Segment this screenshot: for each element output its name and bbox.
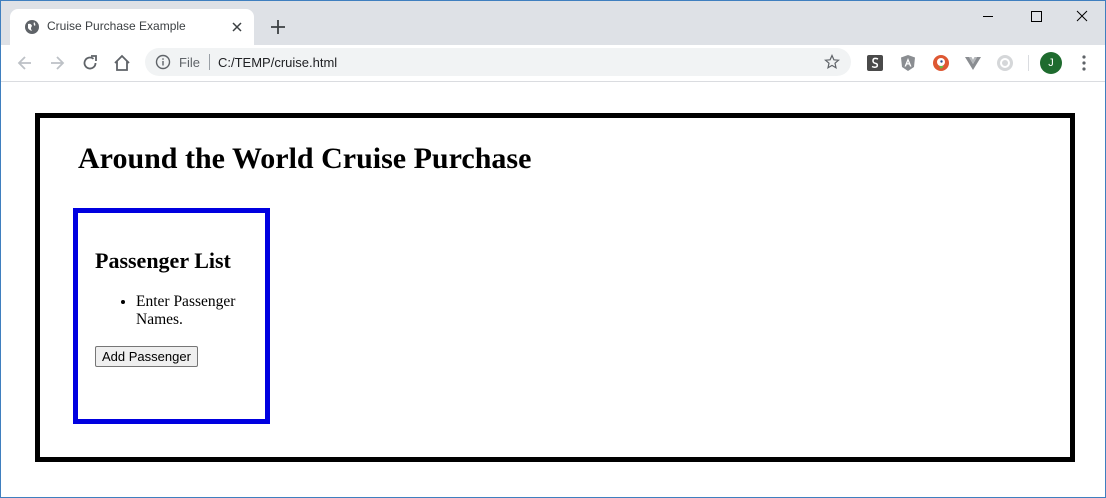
url-text[interactable]: C:/TEMP/cruise.html (218, 55, 337, 70)
passenger-panel: Passenger List Enter Passenger Names. Ad… (73, 208, 270, 424)
duckduckgo-extension-icon[interactable] (932, 54, 950, 72)
page-title: Around the World Cruise Purchase (78, 142, 532, 175)
tab-strip: Cruise Purchase Example (1, 1, 1105, 45)
toolbar-divider (1028, 55, 1029, 71)
passenger-list-heading: Passenger List (95, 248, 231, 273)
forward-arrow-icon[interactable] (47, 53, 67, 73)
grey-circle-extension-icon[interactable] (996, 54, 1014, 72)
profile-avatar[interactable]: J (1040, 52, 1062, 74)
browser-tab[interactable]: Cruise Purchase Example (10, 9, 254, 45)
star-icon[interactable] (824, 54, 840, 70)
back-arrow-icon[interactable] (15, 53, 35, 73)
home-icon[interactable] (112, 53, 132, 73)
omnibox-divider (209, 54, 210, 70)
reload-icon[interactable] (80, 53, 100, 73)
page-frame: Around the World Cruise Purchase Passeng… (35, 113, 1075, 462)
vue-extension-icon[interactable] (964, 54, 982, 72)
stylus-extension-icon[interactable] (866, 54, 884, 72)
angular-extension-icon[interactable] (899, 54, 917, 72)
list-item: Enter Passenger Names. (136, 293, 266, 329)
kebab-menu-icon[interactable] (1077, 54, 1091, 72)
plus-icon[interactable] (267, 16, 289, 38)
tab-title: Cruise Purchase Example (47, 19, 186, 33)
globe-icon (25, 20, 39, 34)
info-icon[interactable] (155, 54, 171, 70)
close-icon[interactable] (229, 19, 245, 35)
minimize-icon[interactable] (965, 1, 1011, 31)
window-close-icon[interactable] (1059, 1, 1105, 31)
address-bar[interactable]: File C:/TEMP/cruise.html (145, 48, 851, 76)
add-passenger-button[interactable]: Add Passenger (95, 346, 198, 367)
browser-toolbar: File C:/TEMP/cruise.html J (1, 45, 1105, 82)
passenger-list: Enter Passenger Names. (96, 293, 266, 329)
url-scheme-label: File (179, 55, 200, 70)
maximize-icon[interactable] (1013, 1, 1059, 31)
